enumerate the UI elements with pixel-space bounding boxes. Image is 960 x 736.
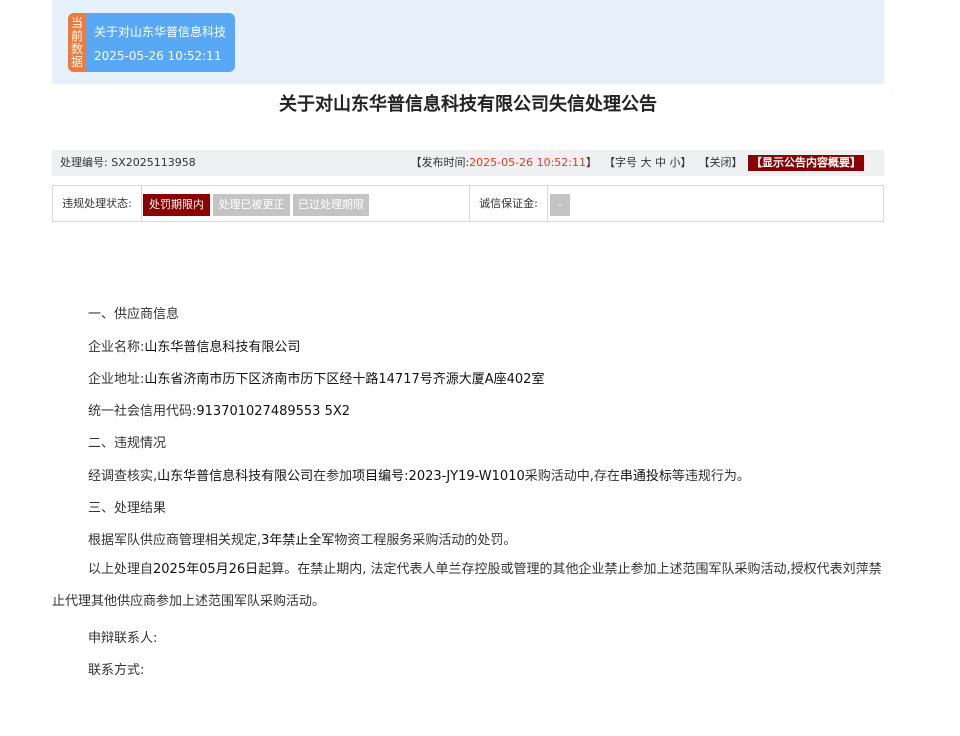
appeal-contact: 申辩联系人:	[88, 631, 158, 646]
result-suffix: 物资工程服务采购活动的处罚。	[334, 533, 517, 548]
process-code-value: SX2025113958	[111, 156, 196, 169]
penalty-period-paragraph: 以上处理自2025年05月26日起算。在禁止期内, 法定代表人单兰存控股或管理的…	[52, 554, 888, 618]
company-name-value: 山东华普信息科技有限公司	[144, 340, 301, 355]
company-address-label: 企业地址:	[88, 372, 145, 387]
current-data-tag: 当 前 数 据	[68, 13, 86, 72]
violation-project: 项目编号:2023-JY19-W1010	[352, 469, 525, 484]
font-size-large-link[interactable]: 大	[641, 156, 652, 169]
violation-suffix: 等违规行为。	[671, 469, 750, 484]
status-label: 违规处理状态:	[53, 186, 142, 221]
publish-time-close: 】	[586, 156, 597, 169]
process-code: 处理编号: SX2025113958	[60, 150, 196, 176]
card-title: 关于对山东华普信息科技	[94, 25, 227, 39]
font-size-close: 】	[680, 156, 692, 169]
company-address-line: 企业地址:山东省济南市历下区济南市历下区经十路14717号齐源大厦A座402室	[88, 368, 544, 387]
info-bar: 处理编号: SX2025113958 【发布时间:2025-05-26 10:5…	[52, 150, 884, 176]
close-link[interactable]: 【关闭】	[699, 156, 743, 169]
start-prefix: 以上处理自	[88, 562, 154, 577]
page-title: 关于对山东华普信息科技有限公司失信处理公告	[279, 94, 657, 115]
violation-mid2: 采购活动中,存在	[524, 469, 620, 484]
status-corrected-button[interactable]: 处理已被更正	[213, 194, 290, 216]
violation-type: 串通投标	[619, 469, 672, 484]
publish-time: 2025-05-26 10:52:11	[469, 156, 586, 169]
section-result: 三、处理结果	[88, 501, 167, 516]
page: 当 前 数 据 关于对山东华普信息科技 2025-05-26 10:52:11 …	[0, 0, 960, 736]
font-size-medium-link[interactable]: 中	[655, 156, 666, 169]
card-time: 2025-05-26 10:52:11	[94, 49, 222, 63]
result-line: 根据军队供应商管理相关规定,3年禁止全军物资工程服务采购活动的处罚。	[88, 529, 516, 548]
violation-company: 山东华普信息科技有限公司	[157, 469, 314, 484]
process-code-label: 处理编号:	[60, 156, 108, 169]
violation-line: 经调查核实,山东华普信息科技有限公司在参加项目编号:2023-JY19-W101…	[88, 465, 750, 484]
credit-code-label: 统一社会信用代码:	[88, 404, 197, 419]
section-violation: 二、违规情况	[88, 436, 167, 451]
result-bold: 3年禁止全军	[261, 533, 335, 548]
deposit-label: 诚信保证金:	[469, 186, 548, 221]
current-data-card[interactable]: 当 前 数 据 关于对山东华普信息科技 2025-05-26 10:52:11	[68, 13, 235, 72]
start-date: 2025年05月26日	[153, 562, 259, 577]
publish-time-open: 【发布时间:	[410, 156, 470, 169]
show-summary-button[interactable]: 【显示公告内容概要】	[748, 155, 864, 171]
credit-code-value: 913701027489553 5X2	[196, 404, 351, 419]
violation-prefix: 经调查核实,	[88, 469, 158, 484]
font-size-open: 【字号	[604, 156, 637, 169]
company-address-value: 山东省济南市历下区济南市历下区经十路14717号齐源大厦A座402室	[144, 372, 545, 387]
status-table: 违规处理状态: 处罚期限内 处理已被更正 已过处理期限 诚信保证金: -	[52, 185, 884, 222]
company-name-line: 企业名称:山东华普信息科技有限公司	[88, 336, 300, 355]
info-bar-actions: 【发布时间:2025-05-26 10:52:11】 【字号 大 中 小】 【关…	[410, 150, 864, 176]
section-supplier-info: 一、供应商信息	[88, 307, 180, 322]
tag-char: 据	[70, 55, 83, 69]
status-expired-button[interactable]: 已过处理期限	[293, 194, 369, 216]
deposit-value: -	[550, 194, 570, 216]
status-active-button[interactable]: 处罚期限内	[143, 194, 210, 216]
contact-method: 联系方式:	[88, 663, 145, 678]
result-prefix: 根据军队供应商管理相关规定,	[88, 533, 262, 548]
violation-mid: 在参加	[313, 469, 353, 484]
font-size-small-link[interactable]: 小	[670, 156, 681, 169]
credit-code-line: 统一社会信用代码:913701027489553 5X2	[88, 400, 350, 419]
company-name-label: 企业名称:	[88, 340, 145, 355]
